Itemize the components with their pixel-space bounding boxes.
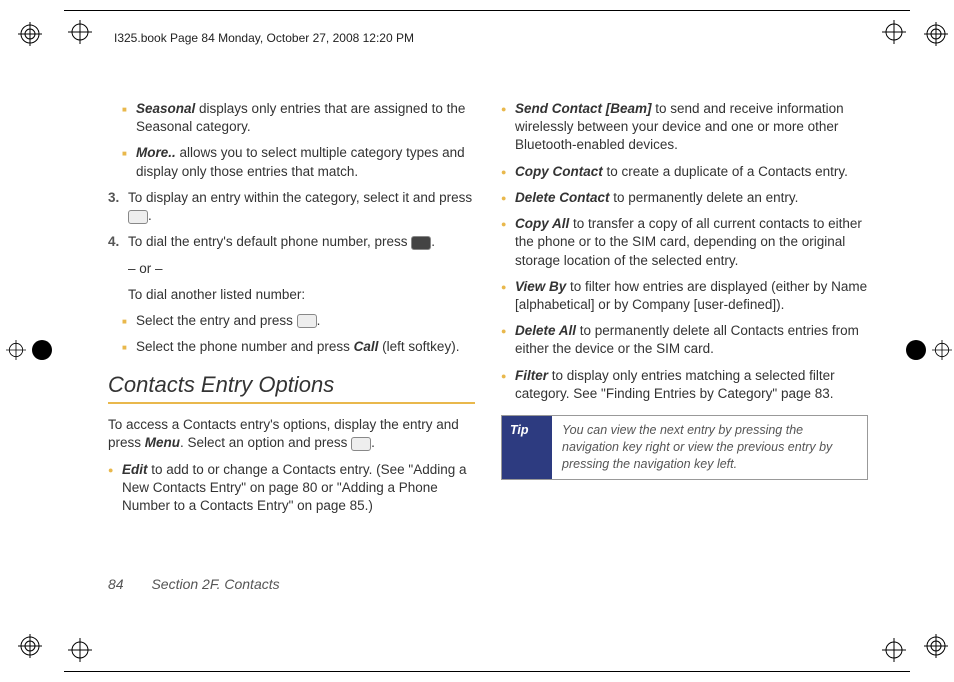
text: to create a duplicate of a Contacts entr… [603, 164, 848, 179]
bullet-icon [501, 322, 515, 358]
right-column: Send Contact [Beam] to send and receive … [501, 100, 868, 523]
tip-label: Tip [502, 416, 552, 479]
list-item: Select the entry and press . [108, 312, 475, 330]
term: View By [515, 279, 566, 294]
list-item: Seasonal displays only entries that are … [108, 100, 475, 136]
step-number: 3. [108, 189, 128, 225]
list-item: Edit to add to or change a Contacts entr… [108, 461, 475, 516]
step-item: 3. To display an entry within the catego… [108, 189, 475, 225]
crosshair-icon [68, 20, 92, 44]
list-item: Filter to display only entries matching … [501, 367, 868, 403]
term: More.. [136, 145, 176, 160]
term: Filter [515, 368, 548, 383]
list-item: Copy All to transfer a copy of all curre… [501, 215, 868, 270]
bullet-icon [501, 163, 515, 181]
text: (left softkey). [378, 339, 459, 354]
paragraph: To access a Contacts entry's options, di… [108, 416, 475, 452]
list-item: Send Contact [Beam] to send and receive … [501, 100, 868, 155]
text: To dial another listed number: [128, 286, 475, 304]
crosshair-icon [882, 20, 906, 44]
page-content: Seasonal displays only entries that are … [108, 100, 868, 523]
section-label: Section 2F. Contacts [151, 576, 279, 592]
ok-key-icon [297, 314, 317, 328]
text: – or – [128, 260, 475, 278]
text: To display an entry within the category,… [128, 190, 472, 205]
text: Select the phone number and press [136, 339, 354, 354]
tip-box: Tip You can view the next entry by press… [501, 415, 868, 480]
text: to add to or change a Contacts entry. (S… [122, 462, 467, 513]
term: Send Contact [Beam] [515, 101, 652, 116]
list-item: Copy Contact to create a duplicate of a … [501, 163, 868, 181]
section-heading: Contacts Entry Options [108, 370, 475, 400]
ok-key-icon [351, 437, 371, 451]
text: to filter how entries are displayed (eit… [515, 279, 867, 312]
crop-mark-icon [924, 22, 948, 46]
text: to display only entries matching a selec… [515, 368, 835, 401]
text: . Select an option and press [180, 435, 351, 450]
list-item: Select the phone number and press Call (… [108, 338, 475, 356]
ok-key-icon [128, 210, 148, 224]
bullet-icon [501, 100, 515, 155]
term: Copy All [515, 216, 569, 231]
list-item: More.. allows you to select multiple cat… [108, 144, 475, 180]
bullet-icon [501, 215, 515, 270]
bullet-icon [501, 278, 515, 314]
bullet-icon [501, 189, 515, 207]
crop-mark-icon [18, 22, 42, 46]
bullet-icon [122, 144, 136, 180]
tip-body: You can view the next entry by pressing … [552, 416, 867, 479]
term: Delete All [515, 323, 576, 338]
term: Delete Contact [515, 190, 610, 205]
term: Copy Contact [515, 164, 603, 179]
list-item: Delete Contact to permanently delete an … [501, 189, 868, 207]
bullet-icon [122, 312, 136, 330]
rule-line [64, 10, 910, 11]
bullet-icon [122, 100, 136, 136]
bullet-icon [501, 367, 515, 403]
list-item: Delete All to permanently delete all Con… [501, 322, 868, 358]
text: To dial the entry's default phone number… [128, 234, 411, 249]
page-footer: 84 Section 2F. Contacts [108, 575, 280, 594]
term: Edit [122, 462, 148, 477]
term: Seasonal [136, 101, 195, 116]
page-header: I325.book Page 84 Monday, October 27, 20… [114, 30, 414, 46]
rule-line [64, 671, 910, 672]
bullet-icon [122, 338, 136, 356]
text: allows you to select multiple category t… [136, 145, 465, 178]
side-mark-icon [6, 340, 52, 360]
crop-mark-icon [924, 634, 948, 658]
step-item: 4. To dial the entry's default phone num… [108, 233, 475, 251]
text: to permanently delete an entry. [610, 190, 799, 205]
section-rule [108, 402, 475, 404]
text: Select the entry and press [136, 313, 297, 328]
crop-mark-icon [18, 634, 42, 658]
term: Call [354, 339, 379, 354]
page-number: 84 [108, 576, 124, 592]
side-mark-icon [906, 340, 952, 360]
bullet-icon [108, 461, 122, 516]
crosshair-icon [68, 638, 92, 662]
term: Menu [145, 435, 180, 450]
list-item: View By to filter how entries are displa… [501, 278, 868, 314]
crosshair-icon [882, 638, 906, 662]
left-column: Seasonal displays only entries that are … [108, 100, 475, 523]
step-number: 4. [108, 233, 128, 251]
call-key-icon [411, 236, 431, 250]
